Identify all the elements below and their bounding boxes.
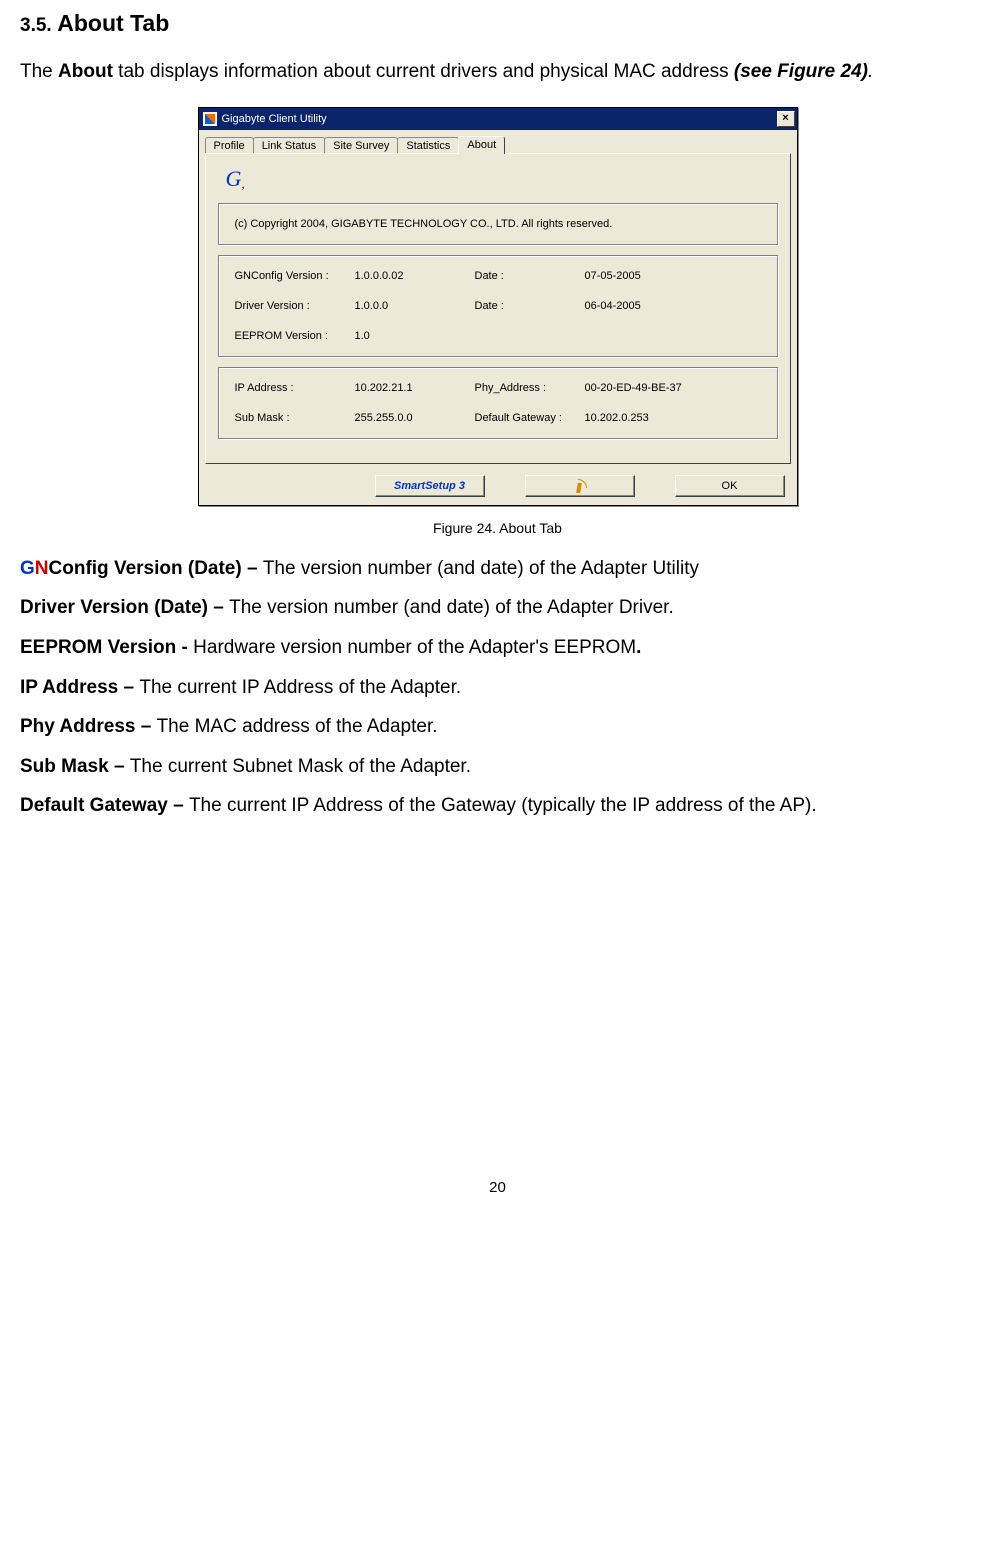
section-title: About Tab: [57, 10, 169, 36]
phy-label: Phy_Address :: [475, 382, 585, 394]
tab-strip: Profile Link Status Site Survey Statisti…: [199, 130, 797, 154]
eeprom-label: EEPROM Version :: [235, 330, 355, 342]
desc-driver: Driver Version (Date) – The version numb…: [20, 595, 975, 621]
intro-bold: About: [58, 61, 113, 82]
app-icon: [203, 112, 217, 126]
driver-value: 1.0.0.0: [355, 300, 475, 312]
figure-container: Gigabyte Client Utility × Profile Link S…: [20, 107, 975, 506]
smartsetup-button[interactable]: SmartSetup 3: [375, 475, 485, 497]
desc-text: The version number (and date) of the Ada…: [263, 558, 699, 579]
desc-end: .: [636, 637, 641, 658]
window-title: Gigabyte Client Utility: [222, 113, 777, 125]
n-letter: N: [35, 558, 49, 579]
tab-statistics[interactable]: Statistics: [397, 137, 459, 154]
eeprom-value: 1.0: [355, 330, 475, 342]
ip-label: IP Address :: [235, 382, 355, 394]
desc-label: Default Gateway –: [20, 795, 189, 816]
title-bar: Gigabyte Client Utility ×: [199, 108, 797, 130]
copyright-text: (c) Copyright 2004, GIGABYTE TECHNOLOGY …: [235, 218, 613, 230]
driver-date-label: Date :: [475, 300, 585, 312]
desc-eeprom: EEPROM Version - Hardware version number…: [20, 635, 975, 661]
gnconfig-date-value: 07-05-2005: [585, 270, 761, 282]
desc-text: The current IP Address of the Gateway (t…: [189, 795, 817, 816]
section-heading: 3.5. About Tab: [20, 10, 975, 37]
gnconfig-label: GNConfig Version :: [235, 270, 355, 282]
gnconfig-date-label: Date :: [475, 270, 585, 282]
desc-label: Config Version (Date) –: [49, 558, 263, 579]
page-number: 20: [20, 1179, 975, 1196]
intro-paragraph: The About tab displays information about…: [20, 59, 975, 85]
phy-value: 00-20-ED-49-BE-37: [585, 382, 761, 394]
copyright-group: (c) Copyright 2004, GIGABYTE TECHNOLOGY …: [218, 203, 778, 245]
desc-label: Sub Mask –: [20, 756, 130, 777]
desc-label: IP Address –: [20, 677, 139, 698]
gateway-label: Default Gateway :: [475, 412, 585, 424]
submask-label: Sub Mask :: [235, 412, 355, 424]
desc-text: Hardware version number of the Adapter's…: [193, 637, 636, 658]
tab-site-survey[interactable]: Site Survey: [324, 137, 398, 154]
network-group: IP Address : 10.202.21.1 Phy_Address : 0…: [218, 367, 778, 439]
desc-label: Phy Address –: [20, 716, 157, 737]
intro-ref: (see Figure 24): [734, 61, 868, 82]
signal-icon: [573, 479, 587, 493]
logo: G,: [226, 166, 778, 193]
intro-text: The: [20, 61, 58, 82]
desc-gateway: Default Gateway – The current IP Address…: [20, 793, 975, 819]
ok-button[interactable]: OK: [675, 475, 785, 497]
desc-phy: Phy Address – The MAC address of the Ada…: [20, 714, 975, 740]
ok-label: OK: [722, 480, 738, 492]
signal-button[interactable]: [525, 475, 635, 497]
desc-label: EEPROM Version -: [20, 637, 193, 658]
g-letter: G: [20, 558, 35, 579]
desc-submask: Sub Mask – The current Subnet Mask of th…: [20, 754, 975, 780]
desc-text: The current Subnet Mask of the Adapter.: [130, 756, 471, 777]
driver-date-value: 06-04-2005: [585, 300, 761, 312]
desc-ip: IP Address – The current IP Address of t…: [20, 675, 975, 701]
desc-text: The MAC address of the Adapter.: [157, 716, 438, 737]
driver-label: Driver Version :: [235, 300, 355, 312]
desc-label: Driver Version (Date) –: [20, 597, 229, 618]
smartsetup-label: SmartSetup 3: [394, 480, 465, 492]
desc-text: The current IP Address of the Adapter.: [139, 677, 461, 698]
gateway-value: 10.202.0.253: [585, 412, 761, 424]
dialog-window: Gigabyte Client Utility × Profile Link S…: [198, 107, 798, 506]
tab-body: G, (c) Copyright 2004, GIGABYTE TECHNOLO…: [205, 153, 791, 464]
button-row: SmartSetup 3 OK: [199, 471, 797, 505]
figure-caption: Figure 24. About Tab: [20, 520, 975, 536]
close-button[interactable]: ×: [777, 111, 795, 127]
intro-text: tab displays information about current d…: [113, 61, 734, 82]
ip-value: 10.202.21.1: [355, 382, 475, 394]
gnconfig-value: 1.0.0.0.02: [355, 270, 475, 282]
version-group: GNConfig Version : 1.0.0.0.02 Date : 07-…: [218, 255, 778, 357]
tab-profile[interactable]: Profile: [205, 137, 254, 154]
tab-about[interactable]: About: [458, 136, 505, 154]
tab-link-status[interactable]: Link Status: [253, 137, 325, 154]
submask-value: 255.255.0.0: [355, 412, 475, 424]
intro-end: .: [868, 61, 873, 82]
section-number: 3.5.: [20, 15, 52, 36]
desc-gnconfig: GNConfig Version (Date) – The version nu…: [20, 556, 975, 582]
desc-text: The version number (and date) of the Ada…: [229, 597, 674, 618]
